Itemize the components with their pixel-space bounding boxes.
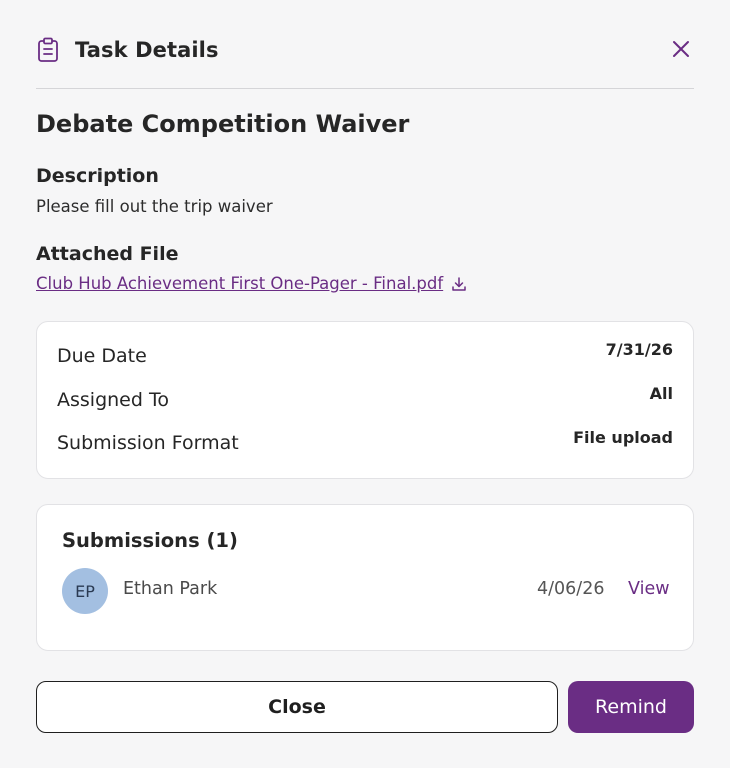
assigned-to-label: Assigned To <box>57 389 169 411</box>
close-button[interactable]: Close <box>36 681 558 733</box>
submissions-title: Submissions (1) <box>62 529 238 552</box>
modal-header: Task Details <box>36 34 694 66</box>
download-icon[interactable] <box>451 276 467 292</box>
assigned-to-value: All <box>649 384 673 403</box>
header-divider <box>36 88 694 89</box>
submitter-name: Ethan Park <box>123 579 218 599</box>
task-details-modal: Task Details Debate Competition Waiver D… <box>0 0 730 768</box>
clipboard-icon <box>36 36 60 64</box>
remind-button[interactable]: Remind <box>568 681 694 733</box>
description-label: Description <box>36 165 159 187</box>
submissions-card: Submissions (1) EP Ethan Park 4/06/26 Vi… <box>36 504 694 651</box>
task-details-card: Due Date 7/31/26 Assigned To All Submiss… <box>36 321 694 479</box>
modal-title: Task Details <box>75 38 219 62</box>
submission-date: 4/06/26 <box>537 579 605 599</box>
avatar: EP <box>62 568 108 614</box>
description-text: Please fill out the trip waiver <box>36 197 273 216</box>
submission-format-value: File upload <box>573 428 673 447</box>
task-title: Debate Competition Waiver <box>36 110 410 138</box>
close-icon[interactable] <box>668 36 694 62</box>
attached-file-label: Attached File <box>36 243 179 265</box>
submission-format-label: Submission Format <box>57 432 239 454</box>
view-submission-link[interactable]: View <box>628 579 670 599</box>
file-name[interactable]: Club Hub Achievement First One-Pager - F… <box>36 274 443 293</box>
attached-file-link[interactable]: Club Hub Achievement First One-Pager - F… <box>36 274 467 293</box>
due-date-value: 7/31/26 <box>605 340 673 359</box>
due-date-label: Due Date <box>57 345 147 367</box>
